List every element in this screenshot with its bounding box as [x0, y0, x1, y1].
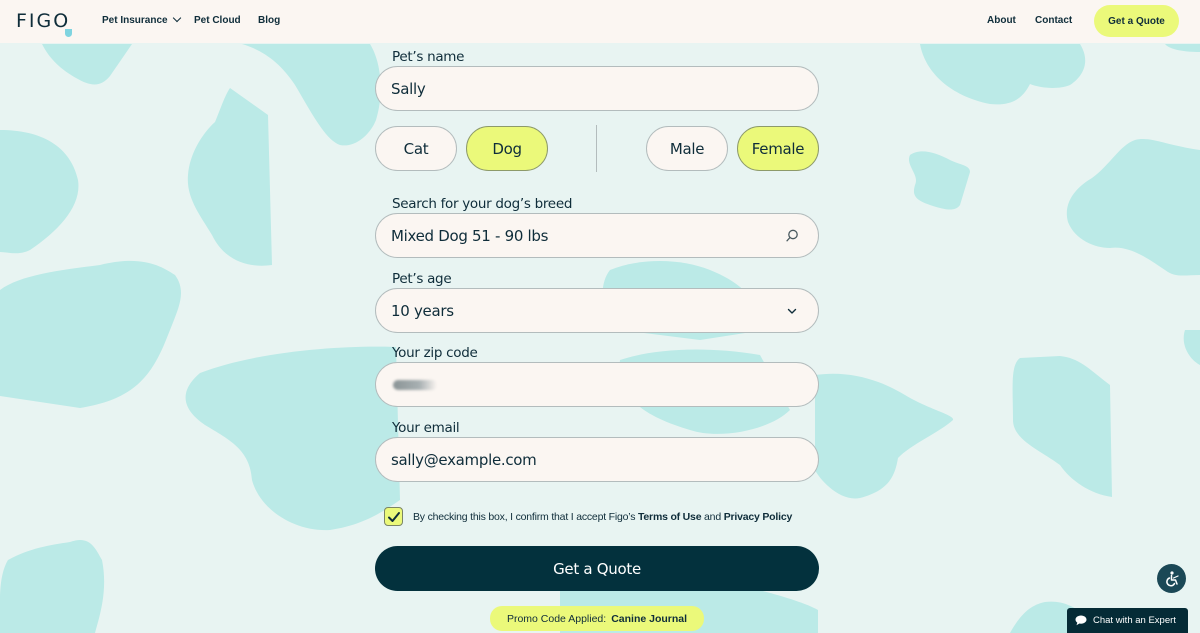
email-value: sally@example.com: [391, 450, 537, 469]
nav-pet-cloud[interactable]: Pet Cloud: [194, 15, 241, 26]
divider: [596, 125, 597, 172]
terms-of-use-link[interactable]: Terms of Use: [638, 511, 702, 523]
top-navigation: FIGO Pet Insurance Pet Cloud Blog About …: [0, 0, 1200, 43]
accessibility-button[interactable]: [1157, 564, 1186, 593]
chat-label: Chat with an Expert: [1093, 615, 1176, 626]
promo-label: Promo Code Applied:: [506, 612, 607, 625]
pet-name-value: Sally: [391, 79, 426, 98]
chevron-down-icon: [172, 13, 181, 23]
promo-code: Canine Journal: [611, 612, 688, 625]
promo-code-badge: Promo Code Applied: Canine Journal: [490, 606, 704, 631]
sex-female-button[interactable]: Female: [737, 126, 819, 171]
nav-pet-insurance-label: Pet Insurance: [102, 15, 168, 26]
chat-with-expert-button[interactable]: Chat with an Expert: [1067, 608, 1188, 633]
redacted-zip-value: [393, 379, 437, 390]
zip-label: Your zip code: [392, 345, 478, 361]
species-dog-button[interactable]: Dog: [466, 126, 548, 171]
checkmark-icon: [388, 512, 400, 522]
nav-about[interactable]: About: [987, 15, 1016, 26]
header-get-quote-button[interactable]: Get a Quote: [1094, 5, 1179, 37]
pet-name-label: Pet’s name: [392, 49, 465, 65]
consent-prefix: By checking this box, I confirm that I a…: [413, 511, 638, 523]
age-label: Pet’s age: [392, 271, 452, 287]
consent-checkbox[interactable]: [384, 507, 403, 526]
sex-male-button[interactable]: Male: [646, 126, 728, 171]
email-input[interactable]: sally@example.com: [375, 437, 819, 482]
chat-bubble-icon: [1075, 615, 1087, 626]
logo-drop-icon: [65, 29, 72, 37]
age-value: 10 years: [391, 301, 454, 320]
accessibility-icon: [1165, 570, 1179, 586]
zip-input[interactable]: [375, 362, 819, 407]
quote-form: Pet’s name Sally Cat Dog Male Female Sea…: [0, 0, 1200, 633]
age-select[interactable]: 10 years: [375, 288, 819, 333]
search-icon[interactable]: [784, 228, 800, 244]
breed-search-input[interactable]: Mixed Dog 51 - 90 lbs: [375, 213, 819, 258]
figo-logo[interactable]: FIGO: [16, 10, 70, 32]
nav-contact[interactable]: Contact: [1035, 15, 1072, 26]
species-cat-button[interactable]: Cat: [375, 126, 457, 171]
consent-text: By checking this box, I confirm that I a…: [413, 511, 792, 523]
pet-name-input[interactable]: Sally: [375, 66, 819, 111]
chevron-down-icon: [784, 303, 800, 319]
email-label: Your email: [392, 420, 460, 436]
nav-pet-insurance[interactable]: Pet Insurance: [102, 13, 181, 26]
breed-value: Mixed Dog 51 - 90 lbs: [391, 226, 549, 245]
nav-blog[interactable]: Blog: [258, 15, 280, 26]
breed-label: Search for your dog’s breed: [392, 196, 573, 212]
get-quote-submit-button[interactable]: Get a Quote: [375, 546, 819, 591]
privacy-policy-link[interactable]: Privacy Policy: [724, 511, 793, 523]
consent-and: and: [701, 511, 724, 523]
